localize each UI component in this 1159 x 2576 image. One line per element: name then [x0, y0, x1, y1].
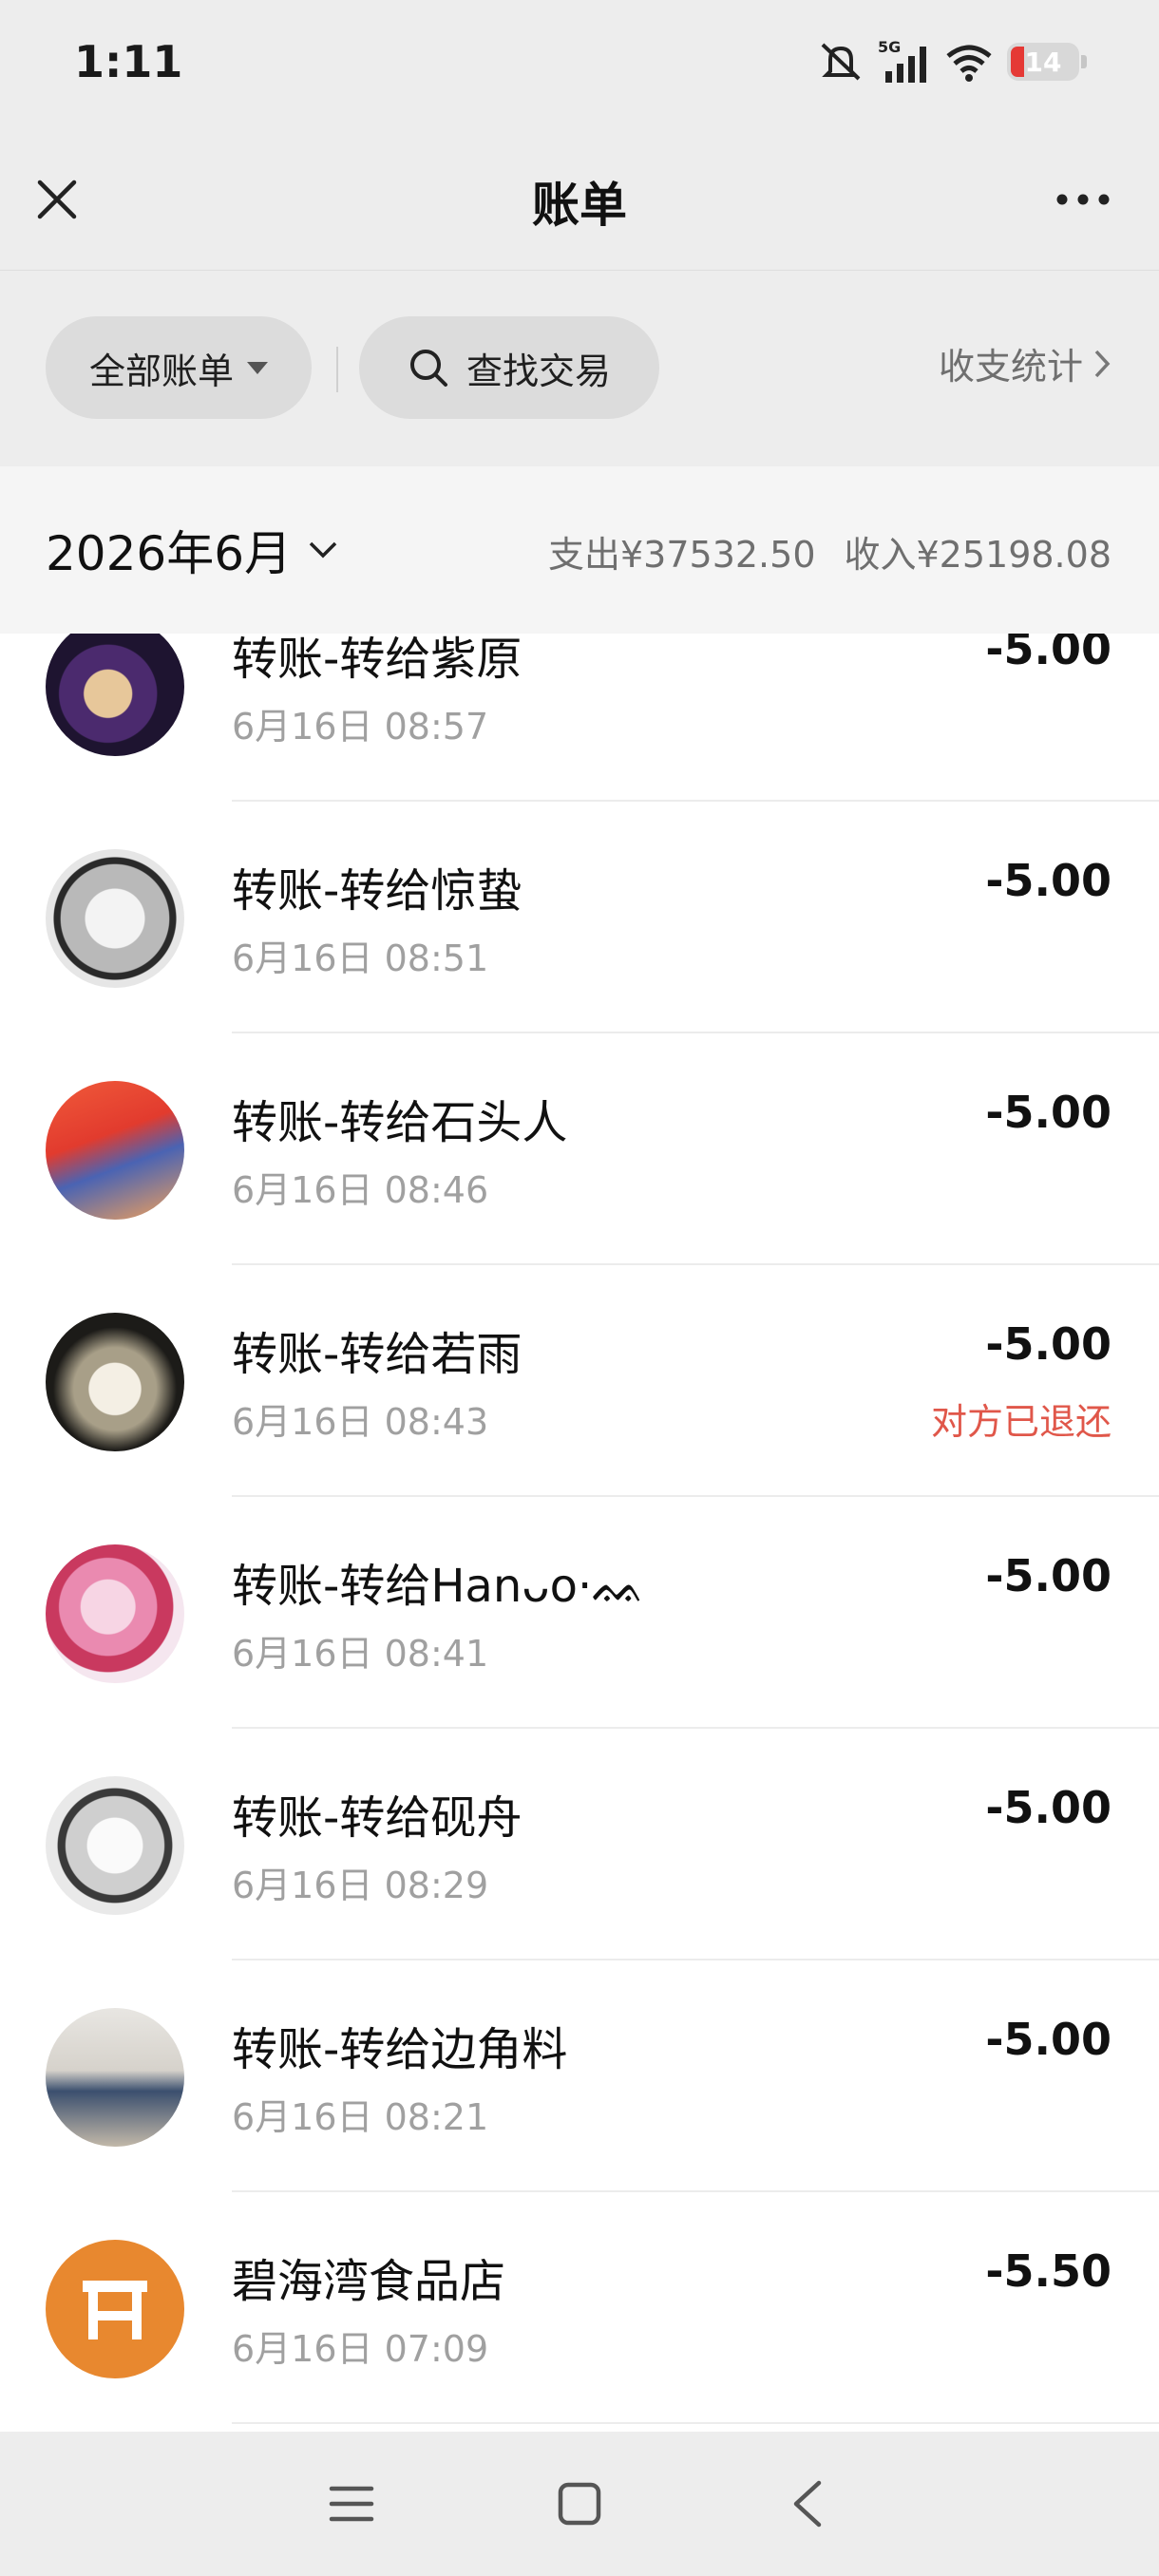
back-button[interactable] — [774, 2471, 841, 2537]
income-total: 收入¥25198.08 — [844, 534, 1112, 576]
list-item[interactable]: 转账-转给Hanᴗo·ᨐ 6月16日 08:41 -5.00 — [0, 1497, 1159, 1729]
refund-status: 对方已退还 — [930, 1401, 1112, 1443]
back-icon — [793, 2480, 822, 2528]
avatar — [46, 1544, 184, 1683]
avatar — [46, 849, 184, 988]
transaction-time: 6月16日 08:41 — [232, 1633, 489, 1675]
transaction-name: 转账-转给砚舟 — [232, 1791, 522, 1845]
status-icons: 5G 14 — [817, 36, 1087, 87]
system-nav-bar — [0, 2432, 1159, 2576]
list-item[interactable]: 碧海湾食品店 6月16日 07:09 -5.50 — [0, 2192, 1159, 2424]
divider — [336, 347, 338, 392]
transaction-time: 6月16日 07:09 — [232, 2328, 489, 2370]
stats-link[interactable]: 收支统计 — [939, 337, 1112, 389]
transaction-time: 6月16日 08:57 — [232, 706, 489, 748]
chevron-right-icon — [1094, 350, 1111, 377]
transaction-time: 6月16日 08:46 — [232, 1169, 489, 1211]
menu-button[interactable] — [318, 2471, 385, 2537]
chevron-down-icon — [309, 541, 337, 559]
transaction-list: 转账-转给紫原 6月16日 08:57 -5.00 转账-转给惊蛰 6月16日 … — [0, 570, 1159, 2424]
transaction-name: 转账-转给Hanᴗo·ᨐ — [232, 1560, 646, 1613]
transaction-amount: -5.00 — [985, 1550, 1112, 1601]
list-item[interactable]: 转账-转给石头人 6月16日 08:46 -5.00 — [0, 1033, 1159, 1265]
transaction-amount: -5.50 — [985, 2245, 1112, 2297]
page-title: 账单 — [532, 178, 627, 233]
search-label: 查找交易 — [466, 350, 611, 392]
network-type: 5G — [878, 39, 901, 56]
battery-icon: 14 — [1007, 43, 1087, 81]
store-icon — [83, 2281, 147, 2339]
avatar — [46, 1776, 184, 1915]
bill-screen: 1:11 5G 14 账单 全部账单 查找交易 收支统计 转账-转给紫原 6月1… — [0, 0, 1159, 2576]
title-bar: 账单 — [0, 133, 1159, 271]
transaction-time: 6月16日 08:29 — [232, 1865, 489, 1906]
transaction-name: 转账-转给若雨 — [232, 1328, 522, 1381]
status-time: 1:11 — [74, 36, 183, 87]
transaction-name: 转账-转给石头人 — [232, 1096, 568, 1149]
all-bills-dropdown[interactable]: 全部账单 — [46, 316, 312, 419]
transaction-time: 6月16日 08:51 — [232, 938, 489, 979]
list-item[interactable]: 转账-转给砚舟 6月16日 08:29 -5.00 — [0, 1729, 1159, 1960]
battery-level: 14 — [1024, 46, 1062, 78]
avatar — [46, 2008, 184, 2147]
avatar — [46, 617, 184, 756]
filter-bar: 全部账单 查找交易 收支统计 — [0, 271, 1159, 466]
transaction-amount: -5.00 — [985, 855, 1112, 906]
search-transaction-button[interactable]: 查找交易 — [359, 316, 659, 419]
transaction-amount: -5.00 — [985, 1087, 1112, 1138]
list-item[interactable]: 转账-转给若雨 6月16日 08:43 -5.00 对方已退还 — [0, 1265, 1159, 1497]
stats-label: 收支统计 — [938, 346, 1083, 388]
list-item[interactable]: 转账-转给惊蛰 6月16日 08:51 -5.00 — [0, 802, 1159, 1033]
transaction-time: 6月16日 08:43 — [232, 1401, 489, 1443]
month-selector[interactable]: 2026年6月 — [46, 516, 339, 584]
wifi-icon — [944, 41, 994, 83]
row-divider — [232, 2422, 1159, 2424]
menu-icon — [329, 2486, 374, 2522]
search-icon — [409, 350, 447, 387]
list-item[interactable]: 转账-转给边角料 6月16日 08:21 -5.00 — [0, 1960, 1159, 2192]
month-totals: 支出¥37532.50 收入¥25198.08 — [548, 525, 1112, 578]
more-button[interactable] — [1045, 171, 1121, 228]
transaction-name: 碧海湾食品店 — [232, 2255, 506, 2308]
expense-total: 支出¥37532.50 — [548, 534, 816, 576]
transaction-amount: -5.00 — [985, 1318, 1112, 1370]
mute-icon — [817, 41, 864, 83]
home-icon — [558, 2482, 601, 2526]
status-bar: 1:11 5G 14 — [0, 0, 1159, 133]
avatar — [46, 1313, 184, 1451]
merchant-avatar — [46, 2240, 184, 2378]
transaction-name: 转账-转给惊蛰 — [232, 864, 522, 918]
caret-down-icon — [247, 361, 268, 374]
avatar — [46, 1081, 184, 1220]
transaction-time: 6月16日 08:21 — [232, 2096, 489, 2138]
month-label: 2026年6月 — [46, 526, 293, 581]
transaction-amount: -5.00 — [985, 2014, 1112, 2065]
more-icon — [1056, 194, 1110, 205]
home-button[interactable] — [546, 2471, 613, 2537]
all-bills-label: 全部账单 — [88, 350, 234, 392]
signal-icon: 5G — [878, 39, 931, 85]
transaction-amount: -5.00 — [985, 1782, 1112, 1833]
transaction-name: 转账-转给边角料 — [232, 2023, 568, 2076]
month-summary-bar: 2026年6月 支出¥37532.50 收入¥25198.08 — [0, 466, 1159, 634]
